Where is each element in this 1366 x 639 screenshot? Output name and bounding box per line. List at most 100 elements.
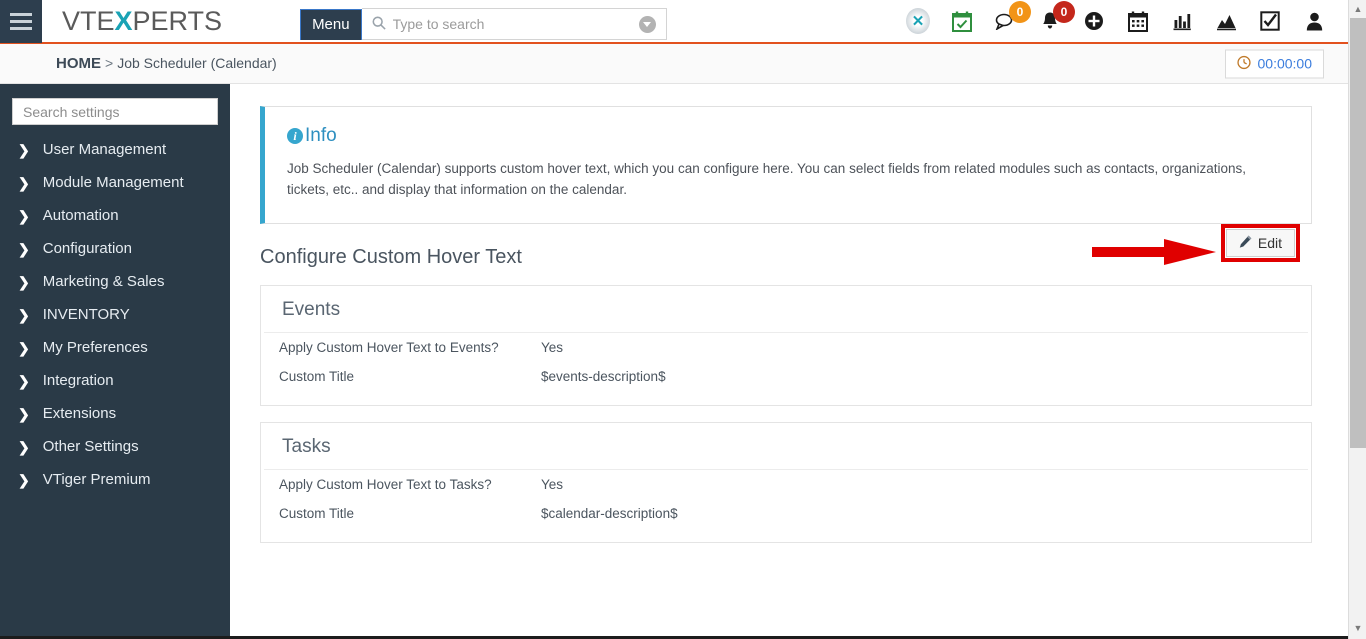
- sidebar-item-my-preferences[interactable]: ❯ My Preferences: [0, 331, 230, 364]
- global-search[interactable]: [361, 8, 667, 40]
- add-circle-icon[interactable]: [1082, 9, 1106, 33]
- table-row: Custom Title $events-description$: [261, 362, 1311, 391]
- settings-search-input[interactable]: [23, 103, 207, 120]
- sidebar-item-extensions[interactable]: ❯ Extensions: [0, 397, 230, 430]
- logo-part-2: PERTS: [132, 5, 223, 36]
- clock-icon: [1236, 55, 1251, 72]
- logo-part-1: VTE: [62, 5, 115, 36]
- app-root: VTEXPERTS Menu ✕: [0, 0, 1366, 639]
- chevron-right-icon: ❯: [18, 240, 30, 257]
- user-icon[interactable]: [1302, 9, 1326, 33]
- events-panel: Events Apply Custom Hover Text to Events…: [260, 284, 1312, 406]
- field-label: Custom Title: [279, 368, 355, 384]
- calendar-check-icon[interactable]: [950, 9, 974, 33]
- field-label: Custom Title: [279, 505, 355, 521]
- app-logo[interactable]: VTEXPERTS: [62, 6, 222, 37]
- field-value: Yes: [541, 339, 564, 355]
- scrollbar-thumb[interactable]: [1350, 18, 1366, 448]
- edit-button-label: Edit: [1257, 234, 1282, 251]
- chevron-right-icon: ❯: [18, 339, 30, 356]
- table-row: Apply Custom Hover Text to Tasks? Yes: [261, 470, 1311, 499]
- scroll-down-icon[interactable]: ▼: [1349, 619, 1366, 637]
- info-title-text: Info: [305, 125, 337, 146]
- chevron-right-icon: ❯: [18, 438, 30, 455]
- sidebar-item-automation[interactable]: ❯ Automation: [0, 199, 230, 232]
- bell-badge: 0: [1053, 1, 1075, 23]
- sidebar-item-label: INVENTORY: [42, 306, 130, 323]
- search-dropdown-icon[interactable]: [638, 15, 656, 33]
- sidebar-item-configuration[interactable]: ❯ Configuration: [0, 232, 230, 265]
- tasks-panel-heading: Tasks: [264, 423, 1308, 470]
- table-row: Apply Custom Hover Text to Events? Yes: [261, 333, 1311, 362]
- sidebar-item-label: Other Settings: [42, 438, 139, 455]
- xwheel-glyph: ✕: [906, 8, 930, 34]
- search-input[interactable]: [392, 16, 639, 32]
- header-icon-group: ✕ 0 0: [906, 1, 1348, 34]
- field-value: $calendar-description$: [541, 505, 678, 521]
- page-title: Configure Custom Hover Text: [260, 245, 522, 268]
- chevron-right-icon: ❯: [18, 273, 30, 290]
- field-label: Apply Custom Hover Text to Events?: [279, 339, 499, 355]
- breadcrumb: HOME > Job Scheduler (Calendar): [56, 55, 277, 72]
- sidebar-item-label: Automation: [42, 207, 119, 224]
- panel-spacer: [261, 391, 1311, 405]
- sidebar-item-module-management[interactable]: ❯ Module Management: [0, 166, 230, 199]
- area-chart-icon[interactable]: [1214, 9, 1238, 33]
- logo-x-accent: X: [114, 5, 133, 36]
- info-panel: i Info Job Scheduler (Calendar) supports…: [260, 106, 1312, 224]
- events-panel-heading: Events: [264, 286, 1308, 333]
- breadcrumb-separator: >: [105, 55, 114, 71]
- sidebar-item-other-settings[interactable]: ❯ Other Settings: [0, 430, 230, 463]
- breadcrumb-current: Job Scheduler (Calendar): [117, 55, 277, 71]
- sidebar-item-label: Integration: [42, 372, 114, 389]
- sidebar-item-label: Module Management: [42, 174, 184, 191]
- sidebar-item-label: User Management: [42, 141, 167, 158]
- bar-chart-icon[interactable]: [1170, 9, 1194, 33]
- info-panel-body: Job Scheduler (Calendar) supports custom…: [287, 161, 1247, 197]
- sidebar-item-marketing-sales[interactable]: ❯ Marketing & Sales: [0, 265, 230, 298]
- xwheel-icon[interactable]: ✕: [906, 8, 930, 34]
- timer-value: 00:00:00: [1257, 55, 1313, 72]
- sidebar-item-inventory[interactable]: ❯ INVENTORY: [0, 298, 230, 331]
- panel-spacer: [261, 528, 1311, 542]
- settings-sidebar: ❯ User Management ❯ Module Management ❯ …: [0, 84, 230, 639]
- timer-widget[interactable]: 00:00:00: [1224, 49, 1324, 78]
- bell-icon[interactable]: 0: [1038, 1, 1075, 33]
- checkbox-icon[interactable]: [1258, 9, 1282, 33]
- main-content: i Info Job Scheduler (Calendar) supports…: [230, 84, 1348, 639]
- info-panel-title: i Info: [287, 125, 1289, 147]
- field-value: $events-description$: [541, 368, 666, 384]
- sidebar-item-vtiger-premium[interactable]: ❯ VTiger Premium: [0, 463, 230, 496]
- edit-button-highlight: Edit: [1220, 223, 1300, 262]
- chevron-right-icon: ❯: [18, 405, 30, 422]
- sidebar-item-label: My Preferences: [42, 339, 148, 356]
- scroll-up-icon[interactable]: ▲: [1349, 0, 1366, 18]
- pencil-icon: [1239, 235, 1252, 251]
- chevron-right-icon: ❯: [18, 306, 30, 323]
- sidebar-item-label: Marketing & Sales: [42, 273, 165, 290]
- info-icon: i: [287, 128, 303, 144]
- sidebar-item-label: Extensions: [42, 405, 117, 422]
- breadcrumb-home-link[interactable]: HOME: [56, 55, 101, 72]
- sidebar-item-label: VTiger Premium: [42, 471, 151, 488]
- tasks-panel: Tasks Apply Custom Hover Text to Tasks? …: [260, 421, 1312, 543]
- table-row: Custom Title $calendar-description$: [261, 499, 1311, 528]
- edit-button[interactable]: Edit: [1225, 228, 1295, 257]
- chevron-right-icon: ❯: [18, 207, 30, 224]
- menu-button[interactable]: Menu: [300, 9, 362, 40]
- field-label: Apply Custom Hover Text to Tasks?: [279, 476, 492, 492]
- chat-icon[interactable]: 0: [994, 1, 1031, 33]
- settings-search-box[interactable]: [12, 98, 218, 125]
- breadcrumb-bar: HOME > Job Scheduler (Calendar) 00:00:00: [0, 44, 1348, 84]
- chat-badge: 0: [1009, 1, 1031, 23]
- page-scrollbar[interactable]: ▲ ▼: [1348, 0, 1366, 639]
- field-value: Yes: [541, 476, 564, 492]
- chevron-right-icon: ❯: [18, 141, 30, 158]
- sidebar-item-integration[interactable]: ❯ Integration: [0, 364, 230, 397]
- sidebar-item-user-management[interactable]: ❯ User Management: [0, 133, 230, 166]
- hamburger-menu-icon[interactable]: [0, 0, 42, 43]
- sidebar-item-label: Configuration: [42, 240, 132, 257]
- calendar-icon[interactable]: [1126, 9, 1150, 33]
- red-arrow-annotation: [1092, 238, 1216, 265]
- chevron-right-icon: ❯: [18, 174, 30, 191]
